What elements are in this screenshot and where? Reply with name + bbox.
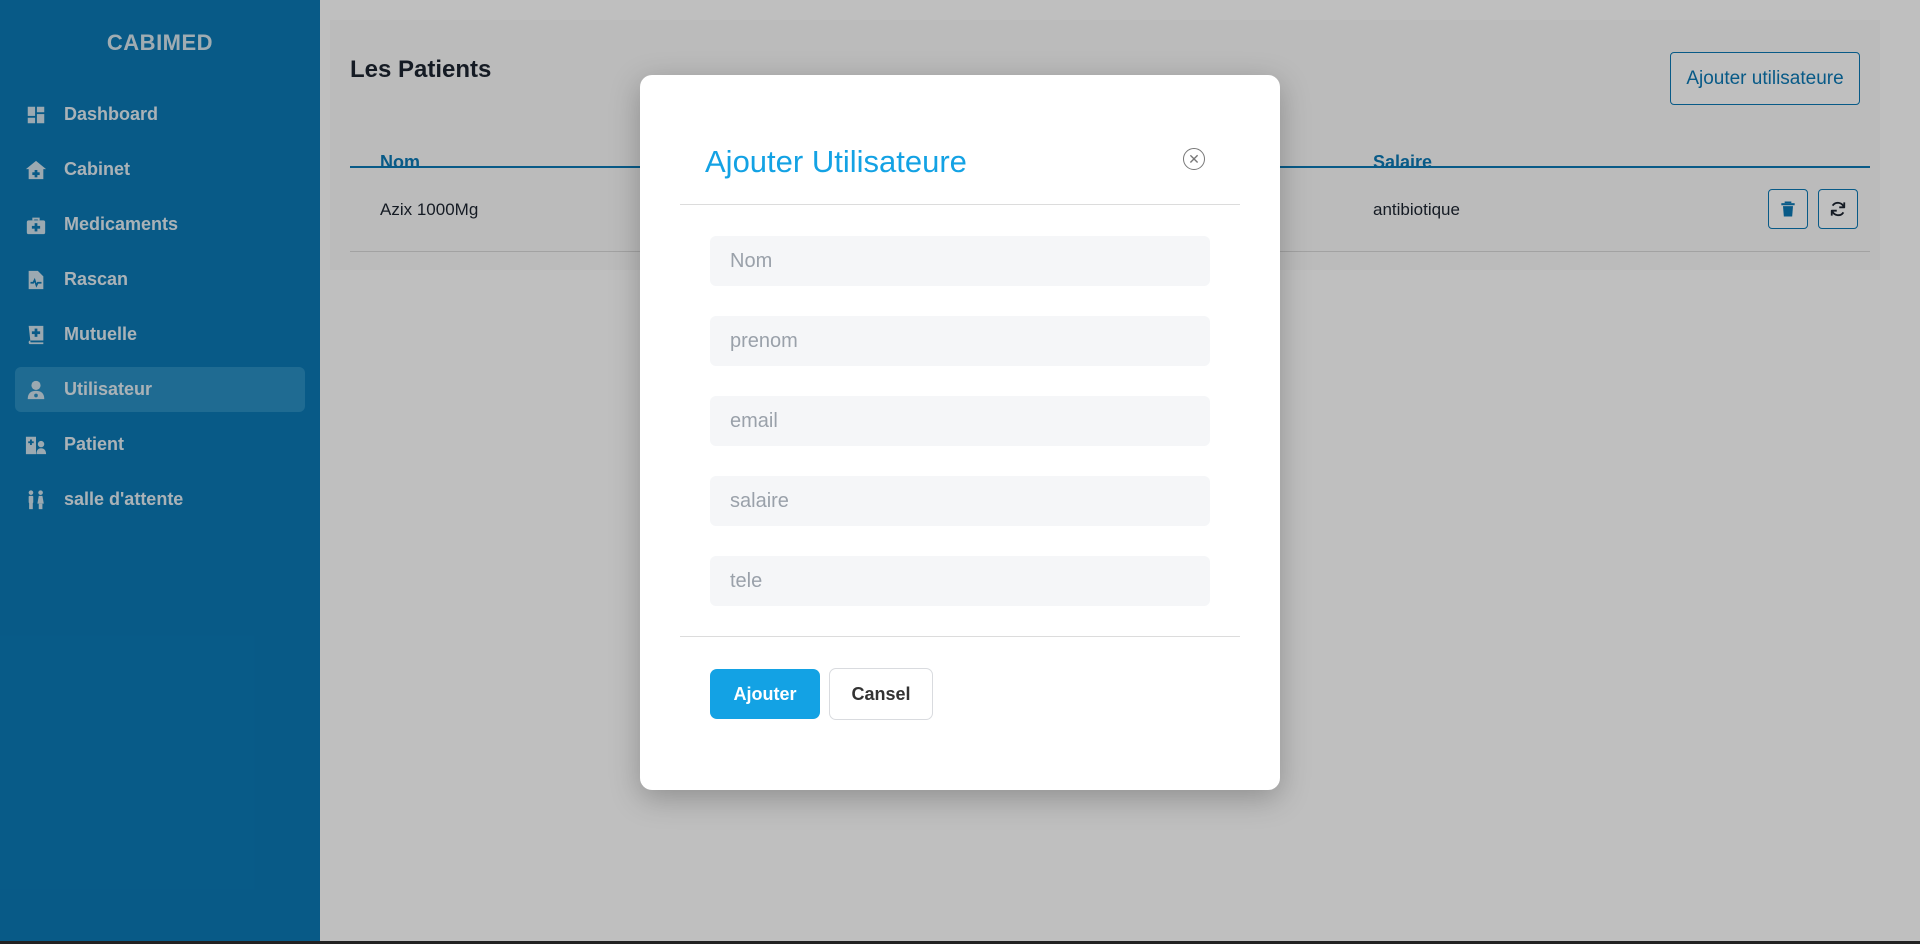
cancel-button[interactable]: Cansel [829, 668, 933, 720]
nom-field[interactable] [710, 236, 1210, 286]
modal-footer-divider [680, 636, 1240, 637]
ajouter-button[interactable]: Ajouter [710, 669, 820, 719]
modal-title: Ajouter Utilisateure [705, 144, 967, 179]
close-icon[interactable]: ✕ [1183, 148, 1205, 170]
modal-header-divider [680, 204, 1240, 205]
tele-field[interactable] [710, 556, 1210, 606]
add-user-modal: Ajouter Utilisateure ✕ Ajouter Cansel [640, 75, 1280, 790]
email-field[interactable] [710, 396, 1210, 446]
salaire-field[interactable] [710, 476, 1210, 526]
prenom-field[interactable] [710, 316, 1210, 366]
